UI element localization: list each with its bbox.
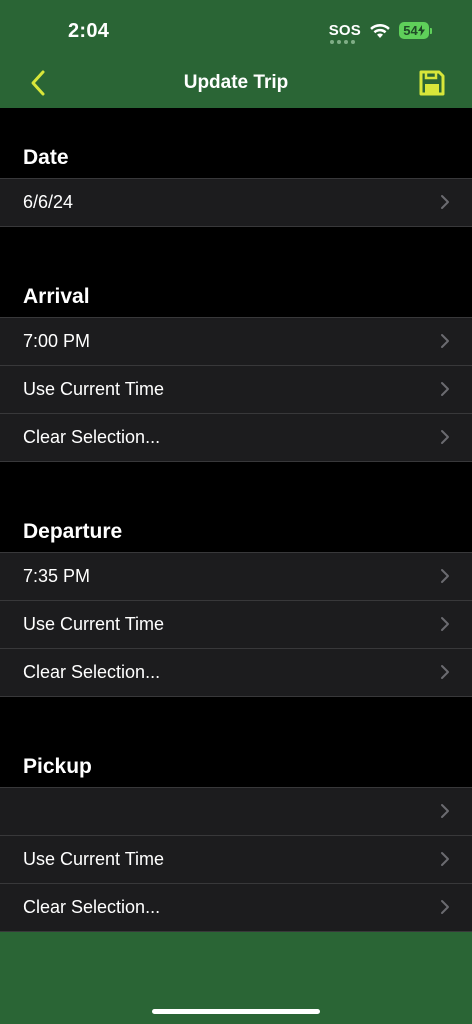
chevron-right-icon xyxy=(441,430,449,444)
status-indicators: SOS 54 xyxy=(328,22,432,44)
departure-group: 7:35 PM Use Current Time Clear Selection… xyxy=(0,552,472,697)
section-title-pickup: Pickup xyxy=(23,755,92,778)
page-title: Update Trip xyxy=(183,72,289,93)
floppy-disk-icon xyxy=(419,70,445,96)
sos-indicator: SOS xyxy=(328,22,361,44)
signal-dots-icon xyxy=(329,40,355,44)
bottom-bar xyxy=(0,932,472,1024)
arrival-group: 7:00 PM Use Current Time Clear Selection… xyxy=(0,317,472,462)
chevron-right-icon xyxy=(441,569,449,583)
chevron-right-icon xyxy=(441,617,449,631)
status-time: 2:04 xyxy=(68,20,110,42)
home-indicator[interactable] xyxy=(152,1009,320,1014)
section-title-departure: Departure xyxy=(23,520,123,543)
status-bar: 2:04 SOS 54 xyxy=(0,0,472,60)
chevron-right-icon xyxy=(441,665,449,679)
update-trip-screen: 2:04 SOS 54 Update Trip Date 6/6/24 Arri… xyxy=(0,0,472,1024)
departure-time-row[interactable]: 7:35 PM xyxy=(0,552,472,600)
battery-icon: 54 xyxy=(399,22,432,39)
battery-level: 54 xyxy=(399,22,429,39)
date-picker-row[interactable]: 6/6/24 xyxy=(0,178,472,227)
sos-label: SOS xyxy=(328,22,361,39)
section-title-arrival: Arrival xyxy=(23,285,90,308)
section-title-date: Date xyxy=(23,146,69,169)
arrival-clear-selection-label: Clear Selection... xyxy=(23,427,161,447)
chevron-right-icon xyxy=(441,195,449,209)
departure-use-current-time-row[interactable]: Use Current Time xyxy=(0,600,472,648)
section-header-arrival: Arrival xyxy=(0,270,472,317)
wifi-icon xyxy=(370,23,390,38)
chevron-right-icon xyxy=(441,900,449,914)
chevron-right-icon xyxy=(441,804,449,818)
arrival-use-current-time-label: Use Current Time xyxy=(23,379,165,399)
arrival-time-row[interactable]: 7:00 PM xyxy=(0,317,472,365)
date-value: 6/6/24 xyxy=(23,192,74,212)
chevron-right-icon xyxy=(441,334,449,348)
arrival-use-current-time-row[interactable]: Use Current Time xyxy=(0,365,472,413)
pickup-clear-selection-label: Clear Selection... xyxy=(23,897,161,917)
date-group: 6/6/24 xyxy=(0,178,472,227)
section-header-pickup: Pickup xyxy=(0,740,472,787)
charging-bolt-icon xyxy=(417,25,425,36)
save-button[interactable] xyxy=(418,69,446,97)
pickup-group: Use Current Time Clear Selection... xyxy=(0,787,472,932)
section-header-date: Date xyxy=(0,108,472,178)
departure-clear-selection-row[interactable]: Clear Selection... xyxy=(0,648,472,697)
battery-percent: 54 xyxy=(403,23,418,38)
chevron-right-icon xyxy=(441,382,449,396)
departure-time-value: 7:35 PM xyxy=(23,566,91,586)
departure-use-current-time-label: Use Current Time xyxy=(23,614,165,634)
pickup-use-current-time-label: Use Current Time xyxy=(23,849,165,869)
chevron-right-icon xyxy=(441,852,449,866)
trip-form: Date 6/6/24 Arrival 7:00 PM Use Current … xyxy=(0,108,472,932)
arrival-clear-selection-row[interactable]: Clear Selection... xyxy=(0,413,472,462)
departure-clear-selection-label: Clear Selection... xyxy=(23,662,161,682)
arrival-time-value: 7:00 PM xyxy=(23,331,91,351)
pickup-clear-selection-row[interactable]: Clear Selection... xyxy=(0,883,472,932)
pickup-use-current-time-row[interactable]: Use Current Time xyxy=(0,835,472,883)
section-header-departure: Departure xyxy=(0,505,472,552)
header: 2:04 SOS 54 Update Trip xyxy=(0,0,472,108)
pickup-time-row[interactable] xyxy=(0,787,472,835)
navigation-bar: Update Trip xyxy=(0,60,472,108)
